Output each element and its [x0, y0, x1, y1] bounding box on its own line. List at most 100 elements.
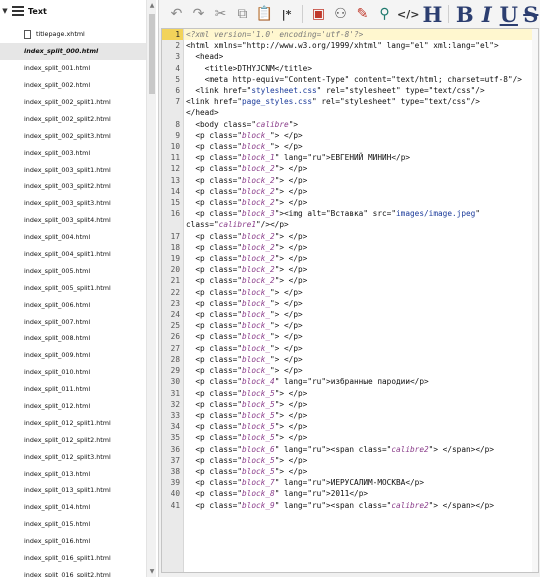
insert-image-icon[interactable]: ▣ [309, 3, 328, 25]
code-line[interactable]: 7 <link href="page_styles.css" rel="style… [162, 96, 538, 108]
bold-icon[interactable]: B [455, 2, 474, 27]
find-replace-icon[interactable]: ⚲ [375, 3, 394, 25]
code-line[interactable]: 39 <p class="block_7" lang="ru">ИЕРУСАЛИ… [162, 477, 538, 489]
code-line[interactable]: 25 <p class="block_"> </p> [162, 320, 538, 332]
code-line[interactable]: 12 <p class="block_2"> </p> [162, 163, 538, 175]
file-item[interactable]: index_split_015.html [0, 516, 146, 533]
code-line[interactable]: 18 <p class="block_2"> </p> [162, 241, 538, 254]
file-item[interactable]: index_split_002_split2.html [0, 110, 146, 127]
copy-icon[interactable]: ⧉ [233, 3, 252, 25]
collapse-arrow-icon[interactable]: ▼ [0, 7, 10, 15]
split-chapter-icon[interactable]: |* [277, 3, 296, 25]
code-line[interactable]: 40 <p class="block_8" lang="ru">2011</p> [162, 488, 538, 500]
file-item[interactable]: index_split_003_split1.html [0, 161, 146, 178]
file-item[interactable]: index_split_013_split1.html [0, 482, 146, 499]
code-line[interactable]: 3 <head> [162, 51, 538, 63]
code-line[interactable]: 29 <p class="block_"> </p> [162, 365, 538, 377]
underline-icon[interactable]: U [499, 2, 518, 27]
paste-icon[interactable]: 📋 [255, 3, 274, 25]
file-item[interactable]: index_split_016_split2.html [0, 567, 146, 577]
code-line[interactable]: 9 <p class="block_"> </p> [162, 129, 538, 142]
file-item[interactable]: index_split_012_split2.html [0, 431, 146, 448]
code-line[interactable]: 32 <p class="block_5"> </p> [162, 398, 538, 410]
file-item[interactable]: index_split_003_split4.html [0, 212, 146, 229]
code-line[interactable]: 10 <p class="block_"> </p> [162, 141, 538, 153]
code-line[interactable]: 5 <meta http-equiv="Content-Type" conten… [162, 73, 538, 86]
file-item[interactable]: index_split_013.html [0, 465, 146, 482]
file-item[interactable]: index_split_001.html [0, 60, 146, 77]
line-text: <p class="block_2"> </p> [184, 163, 538, 174]
code-line[interactable]: 16 <p class="block_3"><img alt="Вставка"… [162, 208, 538, 231]
code-line[interactable]: 21 <p class="block_2"> </p> [162, 275, 538, 287]
file-item[interactable]: index_split_014.html [0, 499, 146, 516]
code-line[interactable]: 22 <p class="block_"> </p> [162, 286, 538, 298]
file-item[interactable]: index_split_003.html [0, 144, 146, 161]
code-line[interactable]: 2 <html xmlns="http://www.w3.org/1999/xht… [162, 40, 538, 52]
code-line[interactable]: 33 <p class="block_5"> </p> [162, 409, 538, 422]
code-line[interactable]: 17 <p class="block_2"> </p> [162, 230, 538, 242]
file-item[interactable]: index_split_006.html [0, 296, 146, 313]
file-item[interactable]: index_split_004.html [0, 229, 146, 246]
file-item[interactable]: index_split_005.html [0, 262, 146, 279]
heading-icon[interactable]: H [422, 2, 442, 27]
file-item[interactable]: index_split_002.html [0, 77, 146, 94]
scrollbar-thumb[interactable] [149, 14, 155, 94]
italic-icon[interactable]: I [477, 2, 496, 27]
file-item[interactable]: index_split_011.html [0, 381, 146, 398]
code-line[interactable]: 34 <p class="block_5"> </p> [162, 421, 538, 433]
code-line[interactable]: 19 <p class="block_2"> </p> [162, 253, 538, 265]
file-item[interactable]: index_split_002_split3.html [0, 127, 146, 144]
code-line[interactable]: 35 <p class="block_5"> </p> [162, 432, 538, 444]
strikethrough-icon[interactable]: S [521, 2, 540, 27]
tree-folder-text[interactable]: ▼ Text [0, 0, 146, 22]
code-line[interactable]: 4 <title>DTHYJCNM</title> [162, 62, 538, 74]
file-item[interactable]: index_split_010.html [0, 364, 146, 381]
undo-icon[interactable]: ↶ [167, 3, 186, 25]
file-item[interactable]: index_split_003_split3.html [0, 195, 146, 212]
code-line[interactable]: </head> [162, 107, 538, 119]
file-item[interactable]: index_split_016.html [0, 533, 146, 550]
file-item[interactable]: index_split_007.html [0, 313, 146, 330]
code-line[interactable]: 24 <p class="block_"> </p> [162, 309, 538, 321]
insert-tag-icon[interactable]: </> [397, 3, 419, 25]
scroll-down-arrow-icon[interactable]: ▼ [148, 568, 156, 575]
code-line[interactable]: 6 <link href="stylesheet.css" rel="style… [162, 85, 538, 97]
code-editor[interactable]: 1 <?xml version='1.0' encoding='utf-8'?> 2… [161, 28, 539, 573]
code-line[interactable]: 20 <p class="block_2"> </p> [162, 264, 538, 276]
file-item[interactable]: index_split_005_split1.html [0, 279, 146, 296]
file-item[interactable]: index_split_016_split1.html [0, 550, 146, 567]
insert-special-char-icon[interactable]: ⚇ [331, 3, 350, 25]
code-line[interactable]: 38 <p class="block_5"> </p> [162, 465, 538, 478]
file-item[interactable]: index_split_000.html [0, 42, 146, 60]
code-line[interactable]: 8 <body class="calibre"> [162, 118, 538, 130]
file-list-scrollbar[interactable]: ▲ ▼ [146, 0, 156, 577]
file-item[interactable]: index_split_012_split1.html [0, 414, 146, 431]
file-item[interactable]: index_split_008.html [0, 330, 146, 347]
editor-scrollbar[interactable] [532, 29, 538, 572]
spellcheck-icon[interactable]: ✎ [353, 3, 372, 25]
file-item[interactable]: titlepage.xhtml [0, 26, 146, 43]
cut-icon[interactable]: ✂ [211, 3, 230, 25]
code-line[interactable]: 13 <p class="block_2"> </p> [162, 174, 538, 186]
file-item[interactable]: index_split_004_split1.html [0, 246, 146, 263]
scroll-up-arrow-icon[interactable]: ▲ [148, 2, 156, 9]
code-line[interactable]: 23 <p class="block_"> </p> [162, 297, 538, 310]
file-item[interactable]: index_split_002_split1.html [0, 94, 146, 111]
code-line[interactable]: 15 <p class="block_2"> </p> [162, 197, 538, 209]
code-line[interactable]: 14 <p class="block_2"> </p> [162, 185, 538, 198]
code-line[interactable]: 30 <p class="block_4" lang="ru">избранны… [162, 376, 538, 388]
file-item[interactable]: index_split_012.html [0, 398, 146, 415]
code-line[interactable]: 37 <p class="block_5"> </p> [162, 454, 538, 466]
file-item[interactable]: index_split_003_split2.html [0, 178, 146, 195]
code-line[interactable]: 27 <p class="block_"> </p> [162, 342, 538, 354]
code-line[interactable]: 36 <p class="block_6" lang="ru"><span cl… [162, 443, 538, 455]
file-item[interactable]: index_split_009.html [0, 347, 146, 364]
code-line[interactable]: 1 <?xml version='1.0' encoding='utf-8'?> [162, 29, 538, 41]
code-line[interactable]: 31 <p class="block_5"> </p> [162, 387, 538, 399]
file-item[interactable]: index_split_012_split3.html [0, 448, 146, 465]
code-line[interactable]: 26 <p class="block_"> </p> [162, 331, 538, 343]
code-line[interactable]: 41 <p class="block_9" lang="ru"><span cl… [162, 499, 538, 511]
code-line[interactable]: 28 <p class="block_"> </p> [162, 353, 538, 366]
redo-icon[interactable]: ↷ [189, 3, 208, 25]
code-line[interactable]: 11 <p class="block_1" lang="ru">ЕВГЕНИЙ … [162, 152, 538, 164]
